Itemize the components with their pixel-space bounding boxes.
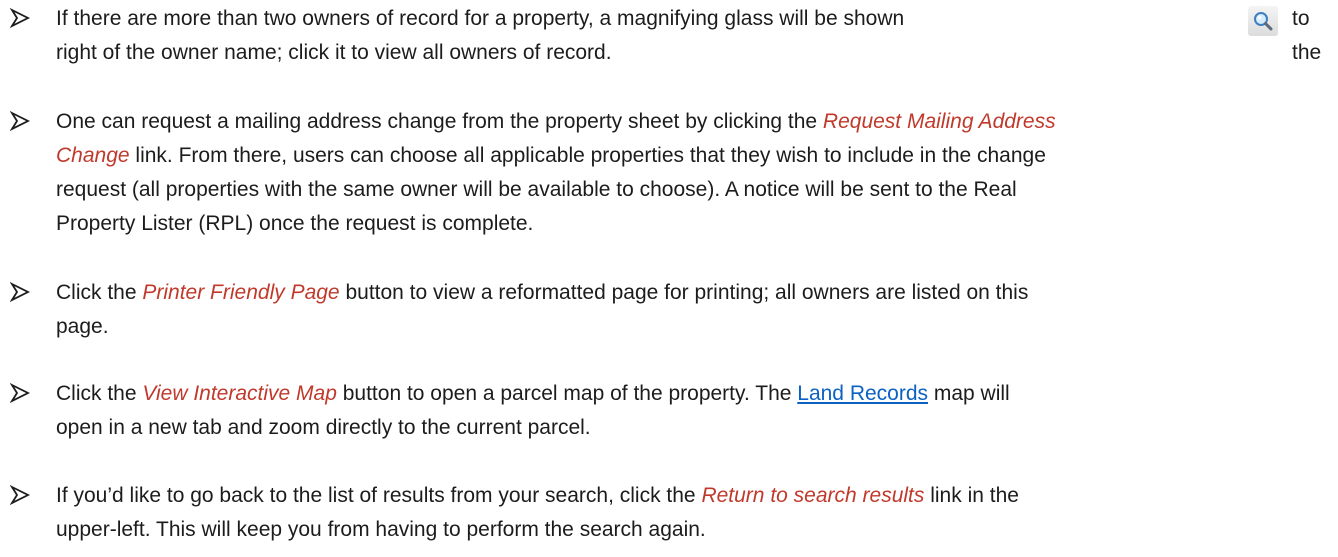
bullet-4-text-c: map will	[928, 382, 1010, 405]
bullet-5-text-line2: upper-left. This will keep you from havi…	[56, 518, 706, 541]
bullet-mailing-address-change: One can request a mailing address change…	[0, 105, 1338, 245]
bullet-3-text-b: button to view a reformatted page for pr…	[339, 281, 1029, 304]
bullet-3-text-a: Click the	[56, 281, 143, 304]
bullet-2-text-b: link. From there, users can choose all a…	[129, 144, 1046, 167]
bullet-4-text-a: Click the	[56, 382, 143, 405]
printer-friendly-page-button-ref: Printer Friendly Page	[142, 281, 340, 304]
bullet-2-text-line3: request (all properties with the same ow…	[56, 178, 1017, 201]
bullet-1-text-a: If there are more than two owners of rec…	[56, 7, 905, 30]
bullet-2-text-a: One can request a mailing address change…	[56, 110, 823, 133]
bullet-interactive-map: Click the View Interactive Map button to…	[0, 377, 1338, 447]
bullet-return-to-results: If you’d like to go back to the list of …	[0, 479, 1338, 549]
bullet-4-text-line2: open in a new tab and zoom directly to t…	[56, 416, 591, 439]
arrow-bullet-icon	[10, 8, 30, 28]
bullet-5-text-a: If you’d like to go back to the list of …	[56, 484, 702, 507]
view-interactive-map-button-ref: View Interactive Map	[142, 382, 337, 405]
bullet-printer-friendly: Click the Printer Friendly Page button t…	[0, 276, 1338, 346]
arrow-bullet-icon	[10, 111, 30, 131]
arrow-bullet-icon	[10, 383, 30, 403]
bullet-5-text-b: link in the	[924, 484, 1019, 507]
bullet-4-text-b: button to open a parcel map of the prope…	[336, 382, 798, 405]
arrow-bullet-icon	[10, 282, 30, 302]
bullet-2-text-line4: Property Lister (RPL) once the request i…	[56, 212, 534, 235]
help-document: If there are more than two owners of rec…	[0, 0, 1338, 557]
bullet-owners-of-record: If there are more than two owners of rec…	[0, 2, 1338, 72]
bullet-3-text-line2: page.	[56, 315, 109, 338]
request-mailing-address-change-link-cont[interactable]: Change	[56, 144, 130, 167]
bullet-1-text-b: to the	[1292, 7, 1322, 64]
arrow-bullet-icon	[10, 485, 30, 505]
land-records-link[interactable]: Land Records	[797, 382, 928, 405]
magnifying-glass-icon	[1248, 6, 1278, 36]
bullet-1-text-line2: right of the owner name; click it to vie…	[56, 41, 612, 64]
return-to-search-results-link-ref: Return to search results	[701, 484, 925, 507]
request-mailing-address-change-link[interactable]: Request Mailing Address	[823, 110, 1056, 133]
